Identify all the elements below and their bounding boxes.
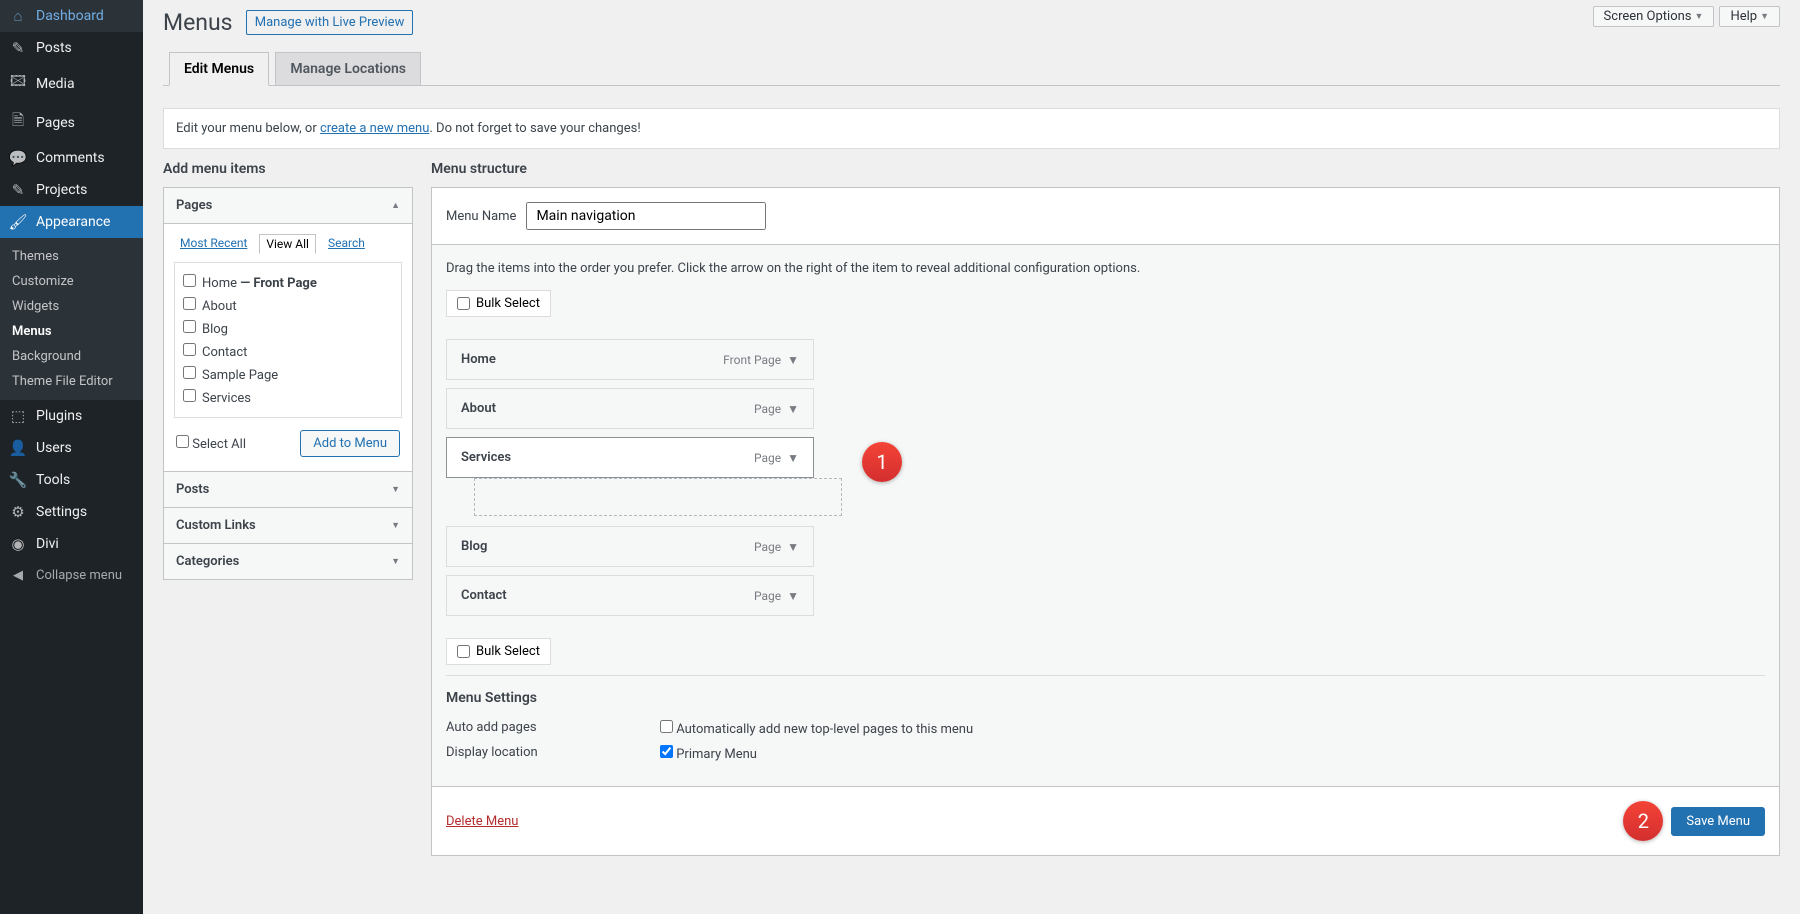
menu-item-blog[interactable]: BlogPage ▼ [446, 526, 814, 567]
menu-item-services[interactable]: ServicesPage ▼ [446, 437, 814, 478]
projects-icon: ✎ [8, 181, 28, 199]
screen-options-button[interactable]: Screen Options▼ [1593, 6, 1715, 27]
sidebar-item-users[interactable]: 👤Users [0, 432, 143, 464]
select-all-label[interactable]: Select All [176, 435, 246, 452]
sidebar-item-tools[interactable]: 🔧Tools [0, 464, 143, 496]
display-location-label: Display location [446, 745, 660, 762]
media-icon: 🖾 [8, 71, 28, 96]
pages-tab-viewall[interactable]: View All [259, 234, 316, 254]
submenu-item-widgets[interactable]: Widgets [0, 294, 143, 319]
add-menu-items-heading: Add menu items [163, 161, 413, 177]
sidebar-item-media[interactable]: 🖾Media [0, 64, 143, 103]
tools-icon: 🔧 [8, 471, 28, 489]
collapse-menu[interactable]: ◀Collapse menu [0, 560, 143, 591]
page-title: Menus [163, 0, 233, 40]
posts-accordion[interactable]: Posts▼ [164, 472, 412, 507]
notice: Edit your menu below, or create a new me… [163, 108, 1780, 149]
caret-down-icon: ▼ [787, 451, 799, 465]
sidebar-item-posts[interactable]: ✎Posts [0, 32, 143, 64]
menu-instructions: Drag the items into the order you prefer… [446, 261, 1765, 276]
page-checkbox[interactable] [183, 320, 196, 333]
add-to-menu-button[interactable]: Add to Menu [300, 430, 400, 457]
collapse-icon: ◀ [8, 568, 28, 583]
sidebar-item-divi[interactable]: ◉Divi [0, 528, 143, 560]
caret-down-icon: ▼ [1695, 11, 1704, 22]
menu-settings-heading: Menu Settings [446, 690, 1765, 706]
submenu-item-theme-file-editor[interactable]: Theme File Editor [0, 369, 143, 394]
page-checkbox[interactable] [183, 274, 196, 287]
page-checkbox[interactable] [183, 343, 196, 356]
sidebar-item-pages[interactable]: 🗎Pages [0, 103, 143, 142]
pages-tab-recent[interactable]: Most Recent [174, 234, 253, 254]
nav-tabs: Edit Menus Manage Locations [163, 52, 1780, 86]
create-new-menu-link[interactable]: create a new menu [320, 121, 429, 136]
categories-accordion[interactable]: Categories▼ [164, 544, 412, 579]
tab-edit-menus[interactable]: Edit Menus [169, 52, 269, 86]
primary-menu-option[interactable]: Primary Menu [660, 745, 757, 762]
page-item[interactable]: Services [183, 386, 393, 409]
save-menu-button[interactable]: Save Menu [1671, 807, 1765, 836]
sidebar-item-projects[interactable]: ✎Projects [0, 174, 143, 206]
dashboard-icon: ⌂ [8, 7, 28, 25]
page-item[interactable]: Home — Front Page [183, 271, 393, 294]
caret-down-icon: ▼ [1760, 11, 1769, 22]
submenu-item-menus[interactable]: Menus [0, 319, 143, 344]
menu-item-home[interactable]: HomeFront Page ▼ [446, 339, 814, 380]
menu-item-about[interactable]: AboutPage ▼ [446, 388, 814, 429]
submenu-item-background[interactable]: Background [0, 344, 143, 369]
sidebar-item-dashboard[interactable]: ⌂Dashboard [0, 0, 143, 32]
tab-manage-locations[interactable]: Manage Locations [275, 52, 421, 86]
auto-add-label: Auto add pages [446, 720, 660, 737]
caret-down-icon: ▼ [787, 353, 799, 367]
posts-icon: ✎ [8, 39, 28, 57]
comments-icon: 💬 [8, 149, 28, 167]
users-icon: 👤 [8, 439, 28, 457]
primary-menu-checkbox[interactable] [660, 745, 673, 758]
appearance-icon: 🖌 [8, 213, 28, 231]
pages-accordion[interactable]: Pages▲ [164, 188, 412, 223]
menu-name-input[interactable] [526, 202, 766, 230]
caret-down-icon: ▼ [391, 484, 400, 495]
sidebar-item-appearance[interactable]: 🖌Appearance [0, 206, 143, 238]
submenu-item-customize[interactable]: Customize [0, 269, 143, 294]
pages-icon: 🗎 [8, 110, 28, 135]
page-item[interactable]: About [183, 294, 393, 317]
submenu-item-themes[interactable]: Themes [0, 244, 143, 269]
caret-down-icon: ▼ [787, 540, 799, 554]
admin-sidebar: ⌂Dashboard✎Posts🖾Media🗎Pages💬Comments✎Pr… [0, 0, 143, 914]
delete-menu-link[interactable]: Delete Menu [446, 814, 518, 829]
plugins-icon: ⬚ [8, 407, 28, 425]
main-content: Screen Options▼ Help▼ Menus Manage with … [143, 0, 1800, 914]
caret-up-icon: ▲ [391, 200, 400, 211]
menu-name-label: Menu Name [446, 209, 516, 224]
page-item[interactable]: Sample Page [183, 363, 393, 386]
sidebar-item-settings[interactable]: ⚙Settings [0, 496, 143, 528]
caret-down-icon: ▼ [787, 589, 799, 603]
menu-structure-heading: Menu structure [431, 161, 1780, 177]
help-button[interactable]: Help▼ [1719, 6, 1780, 27]
caret-down-icon: ▼ [787, 402, 799, 416]
caret-down-icon: ▼ [391, 520, 400, 531]
settings-icon: ⚙ [8, 503, 28, 521]
bulk-select-top[interactable]: Bulk Select [446, 290, 551, 317]
live-preview-link[interactable]: Manage with Live Preview [246, 10, 414, 35]
auto-add-checkbox[interactable] [660, 720, 673, 733]
page-checkbox[interactable] [183, 389, 196, 402]
select-all-checkbox[interactable] [176, 435, 189, 448]
annotation-2: 2 [1623, 801, 1663, 841]
bulk-select-bottom[interactable]: Bulk Select [446, 638, 551, 665]
menu-item-contact[interactable]: ContactPage ▼ [446, 575, 814, 616]
divi-icon: ◉ [8, 535, 28, 553]
page-checkbox[interactable] [183, 366, 196, 379]
auto-add-option[interactable]: Automatically add new top-level pages to… [660, 720, 973, 737]
sidebar-item-comments[interactable]: 💬Comments [0, 142, 143, 174]
page-item[interactable]: Blog [183, 317, 393, 340]
page-item[interactable]: Contact [183, 340, 393, 363]
page-checkbox[interactable] [183, 297, 196, 310]
custom-links-accordion[interactable]: Custom Links▼ [164, 508, 412, 543]
annotation-1: 1 [862, 442, 902, 482]
pages-tab-search[interactable]: Search [322, 234, 371, 254]
caret-down-icon: ▼ [391, 556, 400, 567]
sidebar-item-plugins[interactable]: ⬚Plugins [0, 400, 143, 432]
